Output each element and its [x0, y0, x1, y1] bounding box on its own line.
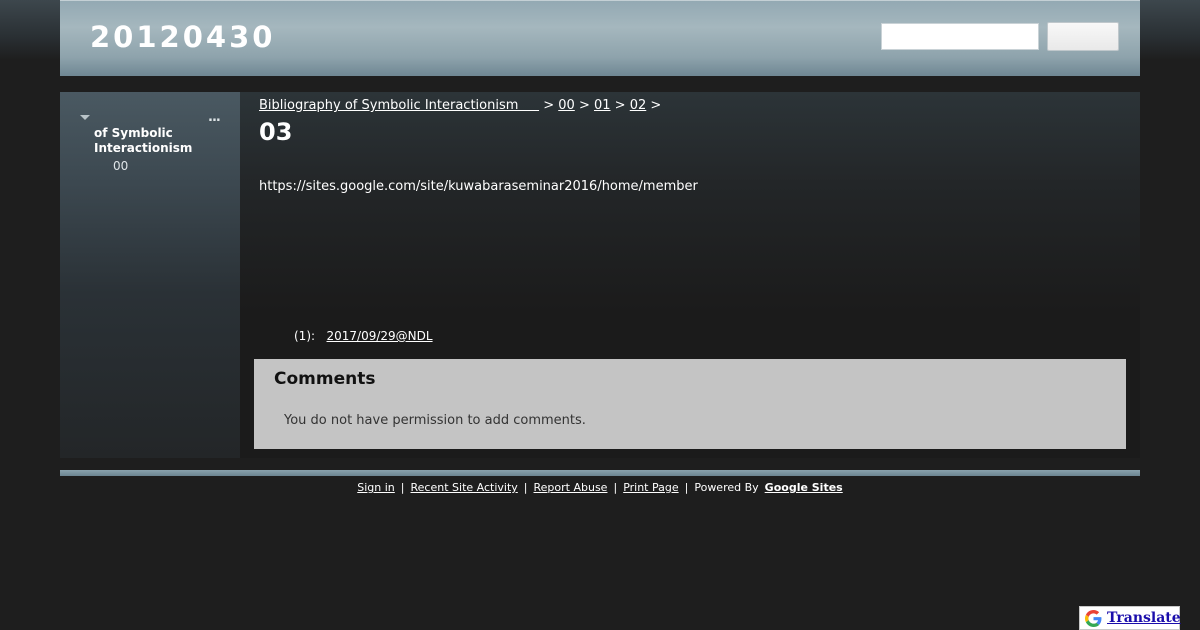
footer-separator: |	[684, 481, 689, 494]
breadcrumb-separator: >	[650, 98, 662, 113]
footer-divider	[60, 470, 1140, 476]
comments-title: Comments	[274, 369, 376, 389]
breadcrumb-separator: >	[578, 98, 590, 113]
breadcrumb-separator: >	[543, 98, 555, 113]
page-body-text: https://sites.google.com/site/kuwabarase…	[259, 179, 698, 194]
sidebar-item-00[interactable]: 00	[113, 159, 128, 173]
google-sites-link[interactable]: Google Sites	[765, 481, 843, 494]
version-prefix: (1):	[294, 329, 316, 343]
google-g-icon	[1085, 610, 1102, 627]
report-abuse-link[interactable]: Report Abuse	[534, 481, 608, 494]
footer-separator: |	[523, 481, 528, 494]
recent-site-activity-link[interactable]: Recent Site Activity	[411, 481, 518, 494]
breadcrumb: Bibliography of Symbolic Interactionism …	[259, 98, 661, 113]
sidebar-navigation: ... of Symbolic Interactionism 00	[60, 92, 240, 458]
breadcrumb-separator: >	[614, 98, 626, 113]
site-title[interactable]: 20120430	[90, 20, 275, 54]
breadcrumb-link-bibliography[interactable]: Bibliography of Symbolic Interactionism	[259, 98, 539, 113]
footer-separator: |	[400, 481, 405, 494]
version-link[interactable]: 2017/09/29@NDL	[327, 329, 433, 343]
breadcrumb-link-01[interactable]: 01	[594, 98, 611, 113]
sign-in-link[interactable]: Sign in	[357, 481, 395, 494]
sidebar-item-symbolic-interactionism[interactable]: of Symbolic Interactionism	[94, 126, 224, 156]
powered-by-text: Powered By	[694, 481, 759, 494]
search-input[interactable]	[881, 23, 1039, 50]
breadcrumb-link-02[interactable]: 02	[630, 98, 647, 113]
search-button[interactable]	[1047, 22, 1119, 51]
more-options-icon[interactable]: ...	[208, 110, 221, 125]
breadcrumb-link-00[interactable]: 00	[558, 98, 575, 113]
site-header: 20120430	[60, 0, 1140, 76]
footer-separator: |	[613, 481, 618, 494]
translate-widget[interactable]: Translate	[1079, 606, 1181, 630]
translate-link[interactable]: Translate	[1107, 610, 1181, 626]
version-info: (1): 2017/09/29@NDL	[294, 329, 433, 343]
comments-section: Comments You do not have permission to a…	[254, 359, 1126, 449]
site-footer: Sign in | Recent Site Activity | Report Abus…	[0, 481, 1200, 494]
comments-permission-text: You do not have permission to add commen…	[284, 413, 586, 428]
collapse-triangle-icon[interactable]	[80, 115, 90, 120]
page-title: 03	[259, 118, 293, 146]
print-page-link[interactable]: Print Page	[623, 481, 678, 494]
